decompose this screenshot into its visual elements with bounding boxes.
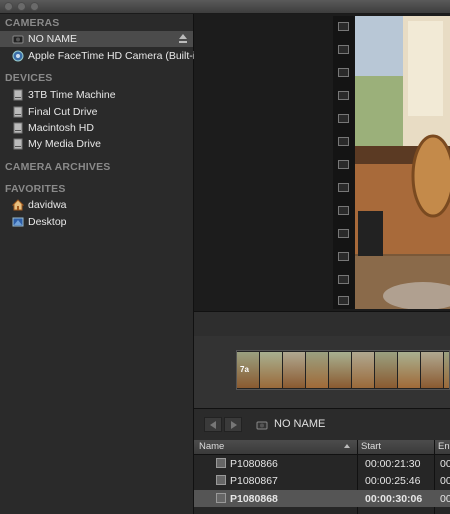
table-header: Name Start En [194, 440, 450, 455]
column-header-name[interactable]: Name [199, 441, 224, 452]
home-icon [12, 199, 24, 211]
filmstrip-frame[interactable] [338, 206, 349, 215]
sidebar-item-no-name[interactable]: NO NAME [0, 31, 193, 47]
sidebar-item-desktop[interactable]: Desktop [0, 214, 193, 230]
sidebar-item-macintosh-hd[interactable]: Macintosh HD [0, 120, 193, 136]
camera-icon [256, 421, 268, 430]
filmstrip-frame[interactable] [338, 91, 349, 100]
table-row[interactable]: P1080868 00:00:30:06 00 [194, 490, 450, 507]
filmstrip-frame[interactable] [338, 252, 349, 261]
section-title-camera-archives: CAMERA ARCHIVES [5, 161, 111, 173]
clip-thumbnail-frame [375, 352, 397, 388]
clip-icon [216, 458, 226, 468]
filmstrip-frame[interactable] [338, 183, 349, 192]
sidebar: CAMERAS NO NAME Apple FaceTime HD Camera… [0, 14, 204, 514]
viewer-toolbar [194, 311, 450, 337]
clip-start: 00:00:21:30 [365, 458, 421, 470]
chevron-left-icon [210, 421, 216, 429]
clip-thumbnail-frame [352, 352, 374, 388]
facetime-camera-icon [12, 50, 24, 62]
clip-thumbnail-frame [444, 352, 449, 388]
sidebar-item-label: My Media Drive [28, 138, 101, 150]
clip-start: 00:00:30:06 [365, 493, 423, 505]
forward-button[interactable] [224, 417, 242, 432]
clip-name: P1080866 [230, 458, 278, 470]
sidebar-item-label: Desktop [28, 216, 67, 228]
clip-thumbnail-label: 7a [240, 365, 249, 374]
minimize-window-button[interactable] [17, 2, 26, 11]
clip-thumbnail-frame [306, 352, 328, 388]
hard-drive-icon [13, 138, 23, 150]
sidebar-item-final-cut-drive[interactable]: Final Cut Drive [0, 104, 193, 120]
filmstrip-column [333, 16, 355, 309]
sidebar-item-label: Apple FaceTime HD Camera (Built-in) [28, 50, 205, 62]
clip-end: 00 [440, 458, 450, 470]
clip-thumbnail-strip[interactable]: 7a [236, 350, 450, 390]
sidebar-item-facetime-camera[interactable]: Apple FaceTime HD Camera (Built-in) [0, 48, 204, 64]
clip-thumbnail-frame [329, 352, 351, 388]
filmstrip-frame[interactable] [338, 114, 349, 123]
column-header-end[interactable]: En [438, 441, 450, 452]
filmstrip-frame[interactable] [338, 68, 349, 77]
sidebar-item-label: NO NAME [28, 33, 78, 45]
back-button[interactable] [204, 417, 222, 432]
clip-icon [216, 493, 226, 503]
section-title-favorites: FAVORITES [5, 183, 66, 195]
sort-arrow-icon [344, 444, 350, 448]
column-header-start[interactable]: Start [361, 441, 381, 452]
sidebar-item-label: davidwa [28, 199, 67, 211]
eject-icon[interactable] [179, 34, 187, 43]
filmstrip-frame[interactable] [338, 160, 349, 169]
chevron-right-icon [231, 421, 237, 429]
filmstrip-frame[interactable] [338, 275, 349, 284]
clip-thumbnail-frame [421, 352, 443, 388]
clip-icon [216, 475, 226, 485]
clip-end: 00 [440, 493, 450, 505]
window-titlebar [0, 0, 450, 14]
hard-drive-icon [13, 122, 23, 134]
filmstrip-frame[interactable] [338, 296, 349, 305]
sidebar-item-3tb-time-machine[interactable]: 3TB Time Machine [0, 87, 193, 103]
sidebar-item-label: Final Cut Drive [28, 106, 98, 118]
clip-thumbnail-frame [283, 352, 305, 388]
clip-end: 00 [440, 475, 450, 487]
filmstrip-frame[interactable] [338, 229, 349, 238]
table-row[interactable]: P1080866 00:00:21:30 00 [194, 455, 450, 472]
table-row[interactable]: P1080867 00:00:25:46 00 [194, 472, 450, 489]
clip-thumbnail-frame [260, 352, 282, 388]
sidebar-item-davidwa[interactable]: davidwa [0, 197, 193, 213]
filmstrip-frame[interactable] [338, 137, 349, 146]
zoom-window-button[interactable] [30, 2, 39, 11]
clip-name: P1080867 [230, 475, 278, 487]
sidebar-item-label: Macintosh HD [28, 122, 94, 134]
hard-drive-icon [13, 89, 23, 101]
clip-name: P1080868 [230, 493, 278, 505]
camera-icon [12, 35, 24, 44]
sidebar-item-label: 3TB Time Machine [28, 89, 116, 101]
filmstrip-frame[interactable] [338, 45, 349, 54]
current-source-title: NO NAME [274, 418, 326, 430]
sidebar-item-my-media-drive[interactable]: My Media Drive [0, 136, 193, 152]
clip-thumbnail-frame [398, 352, 420, 388]
close-window-button[interactable] [4, 2, 13, 11]
hard-drive-icon [13, 106, 23, 118]
section-title-devices: DEVICES [5, 72, 53, 84]
filmstrip-frame[interactable] [338, 22, 349, 31]
section-title-cameras: CAMERAS [5, 17, 60, 29]
desktop-icon [12, 217, 24, 227]
clip-start: 00:00:25:46 [365, 475, 421, 487]
